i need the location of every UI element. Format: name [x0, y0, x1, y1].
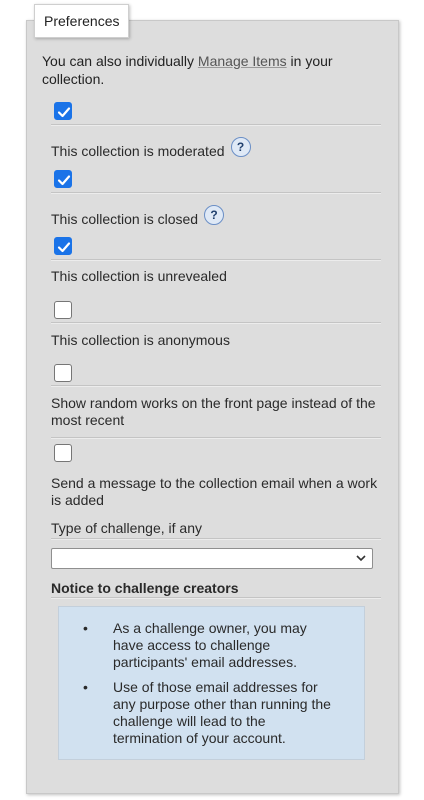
- unrevealed-checkbox[interactable]: [54, 237, 72, 255]
- random-works-checkbox[interactable]: [54, 364, 72, 382]
- separator: [51, 259, 381, 260]
- preferences-legend: Preferences: [34, 4, 130, 38]
- random-works-label: Show random works on the front page inst…: [51, 395, 376, 428]
- email-notify-checkbox[interactable]: [54, 444, 72, 462]
- anonymous-checkbox[interactable]: [54, 301, 72, 319]
- manage-items-link[interactable]: Manage Items: [198, 53, 287, 69]
- closed-label-text: This collection is closed: [51, 211, 199, 227]
- notice-item: • Use of those email addresses for any p…: [83, 679, 338, 747]
- moderated-label: This collection is moderated?: [51, 137, 381, 160]
- separator: [51, 437, 381, 438]
- checkmark-icon: [57, 242, 71, 253]
- notice-box: • As a challenge owner, you may have acc…: [58, 606, 365, 760]
- moderated-label-text: This collection is moderated: [51, 143, 225, 159]
- chevron-down-icon: [356, 555, 366, 562]
- separator: [51, 597, 381, 598]
- intro-text: You can also individually Manage Items i…: [42, 52, 392, 88]
- moderated-checkbox[interactable]: [54, 102, 72, 120]
- closed-label: This collection is closed?: [51, 205, 381, 228]
- challenge-type-select[interactable]: [51, 548, 373, 569]
- separator: [51, 192, 381, 193]
- notice-item: • As a challenge owner, you may have acc…: [83, 620, 338, 671]
- separator: [51, 538, 381, 539]
- separator: [51, 124, 381, 125]
- closed-checkbox[interactable]: [54, 170, 72, 188]
- anonymous-label: This collection is anonymous: [51, 332, 230, 348]
- email-notify-label: Send a message to the collection email w…: [51, 475, 378, 508]
- intro-before: You can also individually: [42, 53, 198, 69]
- notice-item-text: Use of those email addresses for any pur…: [113, 679, 331, 746]
- unrevealed-label: This collection is unrevealed: [51, 268, 227, 284]
- checkmark-icon: [57, 175, 71, 186]
- bullet-icon: •: [83, 620, 88, 636]
- checkmark-icon: [57, 107, 71, 118]
- notice-heading: Notice to challenge creators: [51, 580, 239, 596]
- closed-help-icon[interactable]: ?: [204, 205, 225, 225]
- bullet-icon: •: [83, 679, 88, 695]
- moderated-help-icon[interactable]: ?: [230, 137, 251, 157]
- separator: [51, 322, 381, 323]
- separator: [51, 385, 381, 386]
- challenge-type-label: Type of challenge, if any: [51, 520, 202, 536]
- notice-item-text: As a challenge owner, you may have acces…: [113, 620, 307, 670]
